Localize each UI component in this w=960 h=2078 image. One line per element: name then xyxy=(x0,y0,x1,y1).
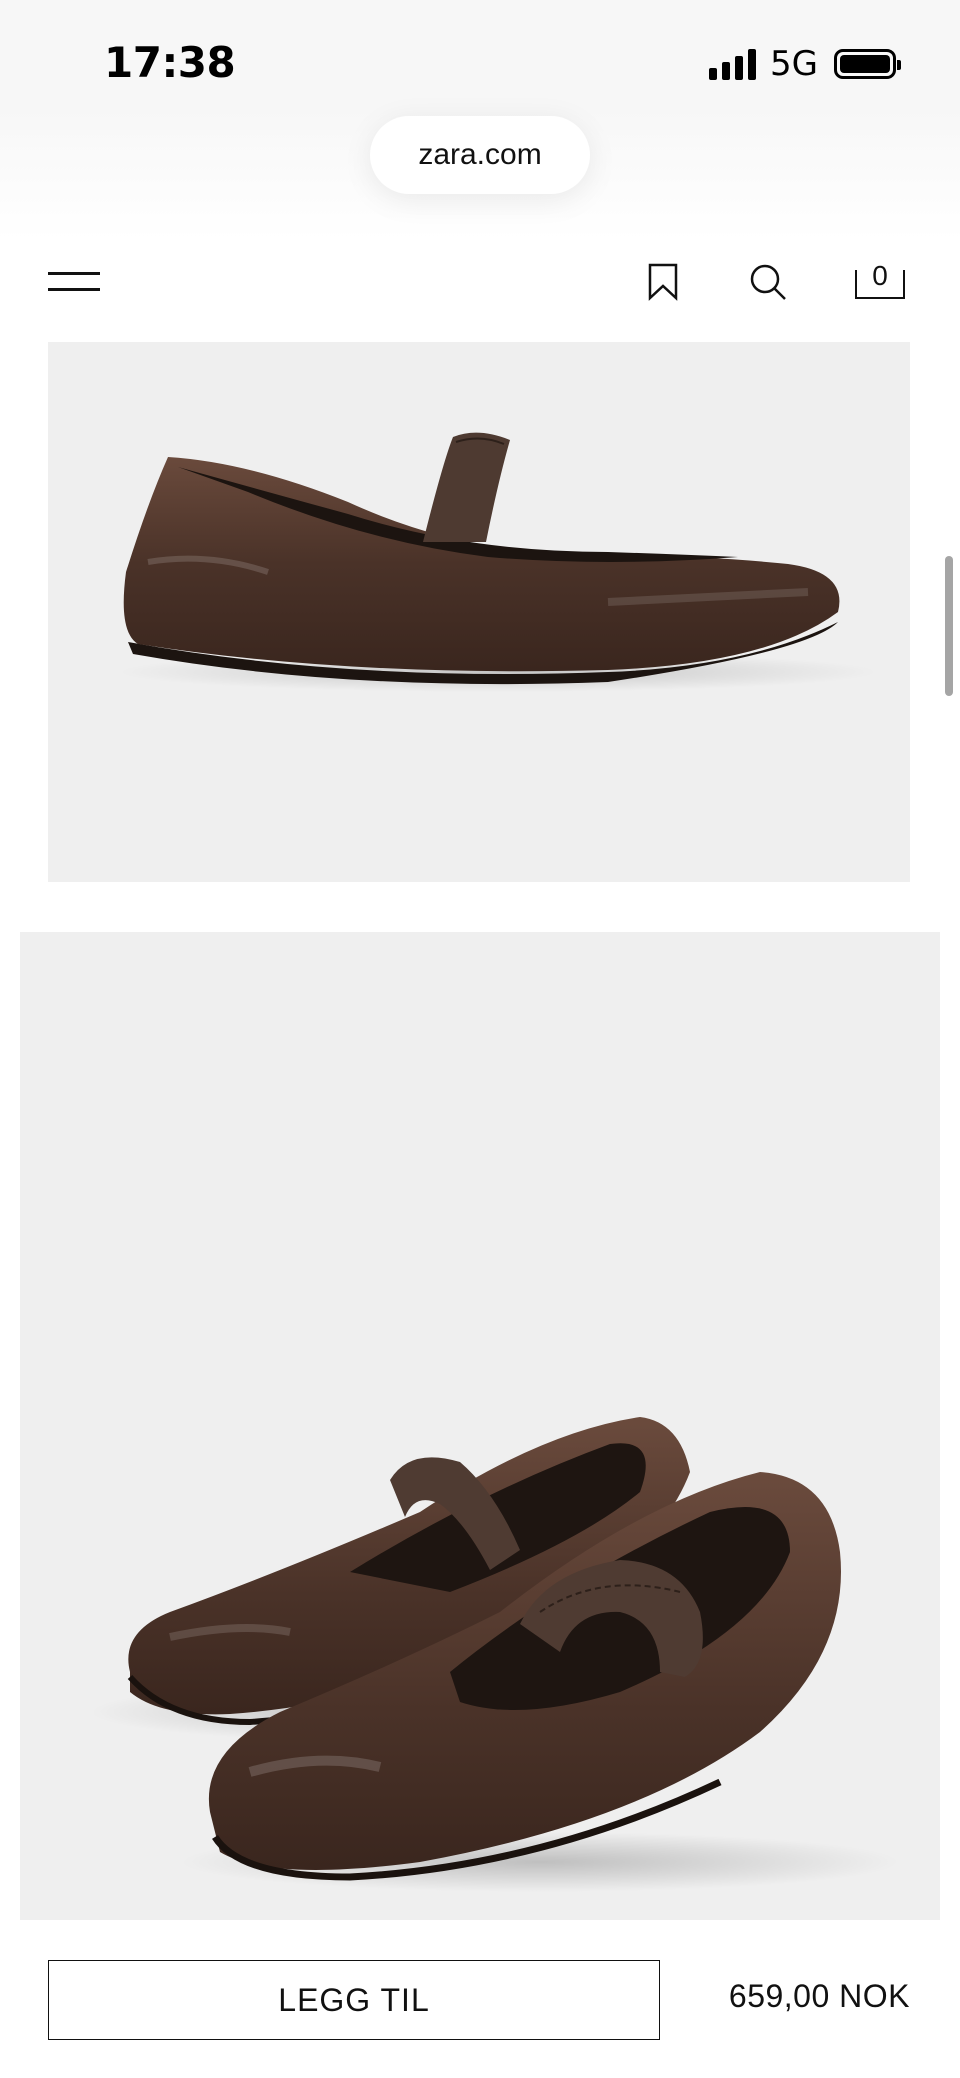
search-icon[interactable] xyxy=(748,262,788,307)
product-price: 659,00 NOK xyxy=(728,1978,910,2014)
site-header: 0 xyxy=(0,240,960,340)
bookmark-icon[interactable] xyxy=(645,262,681,307)
shopping-bag-icon[interactable]: 0 xyxy=(854,262,906,302)
browser-url-area: zara.com xyxy=(0,110,960,240)
battery-full-icon xyxy=(834,49,901,79)
status-time: 17:38 xyxy=(104,38,236,87)
network-type: 5G xyxy=(770,44,818,84)
status-indicators: 5G xyxy=(709,44,901,84)
bag-count: 0 xyxy=(872,260,888,291)
product-image-side-view[interactable] xyxy=(48,342,910,882)
hamburger-menu-icon[interactable] xyxy=(48,272,100,294)
bottom-purchase-bar: LEGG TIL 659,00 NOK xyxy=(0,1920,960,2078)
signal-bars-icon xyxy=(709,48,757,80)
url-bar[interactable]: zara.com xyxy=(370,116,590,194)
shoe-pair-image xyxy=(90,1417,900,1892)
status-bar: 17:38 5G xyxy=(0,0,960,110)
shoe-side-view-image xyxy=(118,432,878,692)
page-scrollbar[interactable] xyxy=(945,556,953,696)
product-image-pair-view[interactable] xyxy=(20,932,940,1920)
add-to-cart-button[interactable]: LEGG TIL xyxy=(48,1960,660,2040)
